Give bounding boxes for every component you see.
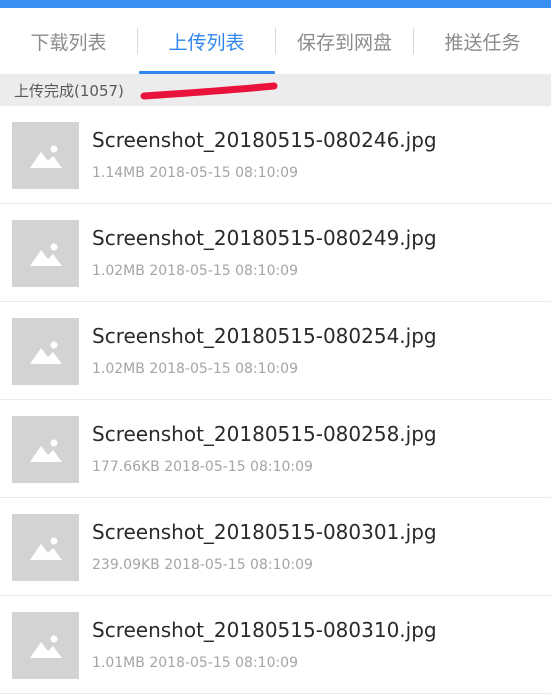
image-placeholder-icon xyxy=(12,416,79,483)
file-meta: 239.09KB 2018-05-15 08:10:09 xyxy=(92,557,313,573)
file-size: 239.09KB xyxy=(92,557,160,573)
image-placeholder-icon xyxy=(12,220,79,287)
list-item[interactable]: Screenshot_20180515-080310.jpg 1.01MB 20… xyxy=(0,596,551,694)
image-placeholder-icon xyxy=(12,514,79,581)
upload-time: 2018-05-15 08:10:09 xyxy=(164,459,313,475)
file-meta: 1.02MB 2018-05-15 08:10:09 xyxy=(92,263,298,279)
upload-time: 2018-05-15 08:10:09 xyxy=(149,263,299,279)
file-meta: 1.14MB 2018-05-15 08:10:09 xyxy=(92,165,298,181)
tab-downloads[interactable]: 下载列表 xyxy=(0,8,137,74)
file-name: Screenshot_20180515-080249.jpg xyxy=(92,226,437,250)
list-item[interactable]: Screenshot_20180515-080254.jpg 1.02MB 20… xyxy=(0,302,551,400)
tab-push-tasks[interactable]: 推送任务 xyxy=(414,8,551,74)
list-item[interactable]: Screenshot_20180515-080258.jpg 177.66KB … xyxy=(0,400,551,498)
file-size: 1.02MB xyxy=(92,263,145,279)
upload-list: Screenshot_20180515-080246.jpg 1.14MB 20… xyxy=(0,106,551,694)
tab-save-to-netdisk[interactable]: 保存到网盘 xyxy=(276,8,413,74)
list-item[interactable]: Screenshot_20180515-080301.jpg 239.09KB … xyxy=(0,498,551,596)
file-size: 1.01MB xyxy=(92,655,145,671)
file-name: Screenshot_20180515-080301.jpg xyxy=(92,520,437,544)
section-title: 上传完成(1057) xyxy=(14,81,124,100)
file-size: 177.66KB xyxy=(92,459,160,475)
file-meta: 1.01MB 2018-05-15 08:10:09 xyxy=(92,655,298,671)
file-name: Screenshot_20180515-080246.jpg xyxy=(92,128,437,152)
file-size: 1.02MB xyxy=(92,361,145,377)
red-annotation-stroke xyxy=(140,82,278,100)
upload-time: 2018-05-15 08:10:09 xyxy=(149,655,299,671)
file-meta: 177.66KB 2018-05-15 08:10:09 xyxy=(92,459,313,475)
upload-time: 2018-05-15 08:10:09 xyxy=(149,165,299,181)
image-placeholder-icon xyxy=(12,122,79,189)
image-placeholder-icon xyxy=(12,318,79,385)
file-size: 1.14MB xyxy=(92,165,145,181)
top-accent-bar xyxy=(0,0,551,8)
tab-bar: 下载列表 上传列表 保存到网盘 推送任务 xyxy=(0,8,551,74)
upload-time: 2018-05-15 08:10:09 xyxy=(149,361,299,377)
upload-time: 2018-05-15 08:10:09 xyxy=(164,557,313,573)
image-placeholder-icon xyxy=(12,612,79,679)
file-meta: 1.02MB 2018-05-15 08:10:09 xyxy=(92,361,298,377)
list-item[interactable]: Screenshot_20180515-080249.jpg 1.02MB 20… xyxy=(0,204,551,302)
tab-label: 推送任务 xyxy=(444,31,521,54)
file-name: Screenshot_20180515-080254.jpg xyxy=(92,324,437,348)
tab-uploads[interactable]: 上传列表 xyxy=(138,8,275,74)
file-name: Screenshot_20180515-080258.jpg xyxy=(92,422,437,446)
file-name: Screenshot_20180515-080310.jpg xyxy=(92,618,437,642)
tab-label: 下载列表 xyxy=(30,31,107,54)
list-item[interactable]: Screenshot_20180515-080246.jpg 1.14MB 20… xyxy=(0,106,551,204)
tab-label: 上传列表 xyxy=(168,31,245,54)
tab-label: 保存到网盘 xyxy=(296,31,392,54)
